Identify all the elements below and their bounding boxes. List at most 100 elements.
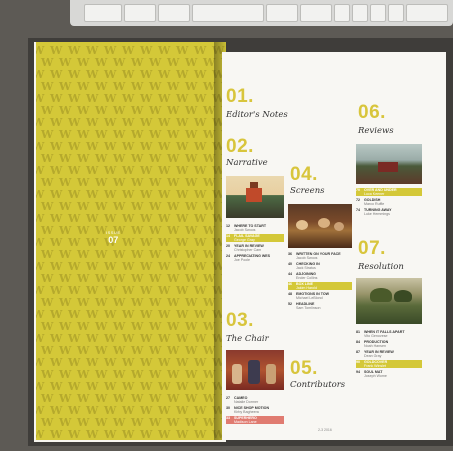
toc-page-number: 27 [226,396,230,400]
section-title: Resolution [358,262,404,272]
screens-photo [288,204,352,248]
toc-page-number: 12 [226,224,230,228]
issue-badge: ISSUE 07 [106,230,121,245]
toc-entry[interactable]: 40 CHECKING IN Jack Stratus [288,262,352,270]
w-pattern-glyph: W [41,440,53,442]
toc-entry[interactable]: 72 GOLDISH Marco Ruffle [356,198,422,206]
toc-author: Kirby Bagheera [234,410,259,414]
keyboard-key [300,4,332,22]
keyboard-key [370,4,386,22]
toc-page-number: 46 [288,282,292,286]
toc-page-number: 94 [356,370,360,374]
toc-entry[interactable]: 84 PRODUCTION Noah Hansen [356,340,422,348]
section-number: 01. [226,86,254,107]
page-number: 2-3 2016 [318,428,332,432]
toc-entry[interactable]: 30 NICE SHOP MOTION Kirby Bagheera [226,406,284,414]
toc-author: Madison Lane [234,420,257,424]
w-pattern-glyph: W [77,440,89,442]
toc-page-number: 24 [226,254,230,258]
toc-author: Vito Genovese [364,334,388,338]
toc-author: Joseph Wome [364,374,387,378]
toc-page-number: 20 [226,244,230,248]
reviews-photo [356,144,422,184]
toc-page-number: 70 [356,188,360,192]
section-number: 07. [358,238,386,259]
toc-author: Jack Stratus [296,266,316,270]
toc-entry[interactable]: 24 APPRECIATING WES Joe Poole [226,254,284,262]
toc-page-number: 74 [356,208,360,212]
toc-entry[interactable]: 14 FLAIL SAVAGE George Gray [226,234,284,242]
toc-entry[interactable]: 90 GOLDCOVER Frank Winslet [356,360,422,368]
keyboard-key [334,4,350,22]
toc-author: Dean Gray [364,354,382,358]
toc-author: Ender Collins [296,276,318,280]
magazine-left-page: WWWWWWWWWWWWWWWWWWWWWWWWWWWWWWWWWWWWWWWW… [34,42,226,442]
toc-author: Noah Hansen [364,344,386,348]
toc-author: Joe Poole [234,258,250,262]
toc-page-number: 33 [226,416,230,420]
toc-author: Luca Keener [364,192,385,196]
keyboard-key [406,4,448,22]
toc-author: Jakim Harold [296,286,317,290]
toc-entry[interactable]: 33 SUPERHERO Madison Lane [226,416,284,424]
toc-page-number: 84 [356,340,360,344]
toc-entry[interactable]: 70 OVER AND UNDER Luca Keener [356,188,422,196]
section-title: Editor's Notes [226,110,288,120]
toc-entry[interactable]: 12 WHERE TO START Jacob Swoos [226,224,284,232]
w-pattern-glyph: W [149,440,161,442]
toc-entry[interactable]: 94 SOUL MAT Joseph Wome [356,370,422,378]
toc-author: Natalie Dormer [234,400,259,404]
toc-page-number: 30 [226,406,230,410]
keyboard-key [388,4,404,22]
toc-author: Jacob Swoos [296,256,318,260]
keyboard-key [84,4,122,22]
toc-author: Jacob Swoos [234,228,256,232]
toc-author: Luke Hemmings [364,212,390,216]
w-pattern-glyph: W [113,440,125,442]
toc-page-number: 40 [288,262,292,266]
toc-entry[interactable]: 20 YEAR IN REVIEW Christopher Cam [226,244,284,252]
toc-page-number: 48 [288,292,292,296]
w-pattern-glyph: W [203,440,215,442]
toc-entry[interactable]: 44 ADJOINING Ender Collins [288,272,352,280]
toc-page-number: 52 [288,302,292,306]
toc-page-number: 87 [356,350,360,354]
toc-page-number: 72 [356,198,360,202]
section-title: Contributors [290,380,346,390]
toc-entry[interactable]: 27 CAMEO Natalie Dormer [226,396,284,404]
toc-page-number: 14 [226,234,230,238]
toc-entry[interactable]: 81 WHEN IT FALLS APART Vito Genovese [356,330,422,338]
toc-entry[interactable]: 48 EMOTIONS IN TOW Michael LeBlond [288,292,352,300]
toc-author: Michael LeBlond [296,296,323,300]
toc-author: Marco Ruffle [364,202,385,206]
section-number: 02. [226,136,254,157]
toc-entry[interactable]: 87 YEAR IN REVIEW Dean Gray [356,350,422,358]
magazine-right-page: 01. Editor's Notes 02. Narrative 12 WHERE… [222,52,446,440]
section-number: 06. [358,102,386,123]
w-pattern-glyph: W [59,440,71,442]
toc-entry[interactable]: 36 WRITTEN ON YOUR FACE Jacob Swoos [288,252,352,260]
w-pattern-glyph: W [95,440,107,442]
w-pattern-glyph: W [221,440,226,442]
toc-author: George Gray [234,238,255,242]
toc-author: Sam Tomlinson [296,306,321,310]
chair-photo [226,350,284,390]
section-number: 05. [290,358,318,379]
keyboard-key [158,4,190,22]
resolution-photo [356,278,422,324]
w-pattern-glyph: W [185,440,197,442]
toc-author: Christopher Cam [234,248,262,252]
keyboard-key [266,4,298,22]
section-title: Narrative [226,158,268,168]
w-pattern-glyph: W [167,440,179,442]
toc-entry[interactable]: 74 TURNING AWAY Luke Hemmings [356,208,422,216]
section-number: 04. [290,164,318,185]
section-title: The Chair [226,334,269,344]
toc-entry[interactable]: 52 HEADLINE Sam Tomlinson [288,302,352,310]
toc-entry[interactable]: 46 BOX LINE Jakim Harold [288,282,352,290]
toc-page-number: 36 [288,252,292,256]
keyboard-key [352,4,368,22]
section-title: Screens [290,186,325,196]
issue-number: 07 [108,235,119,245]
toc-page-number: 44 [288,272,292,276]
